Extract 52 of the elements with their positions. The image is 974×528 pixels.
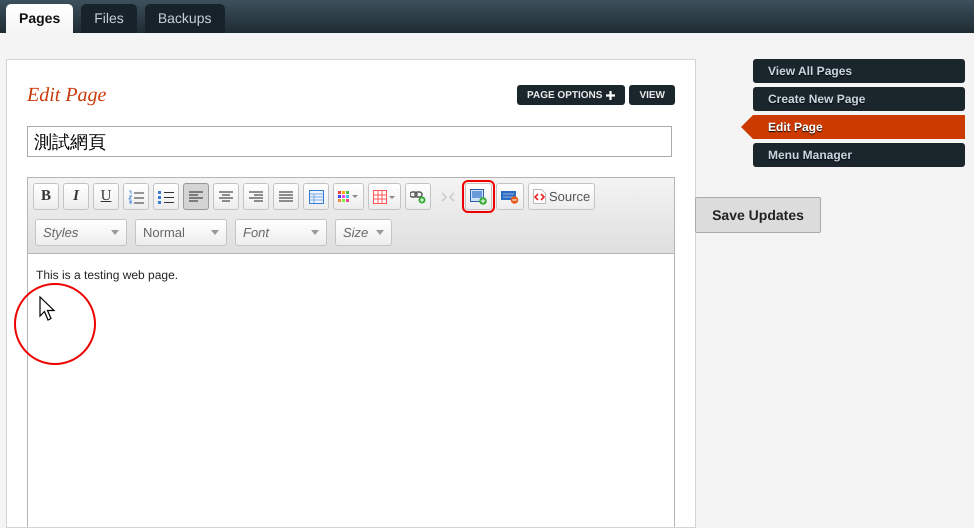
- align-right-icon: [249, 190, 263, 202]
- align-right-button[interactable]: [243, 183, 269, 210]
- bold-button[interactable]: B: [33, 183, 59, 210]
- ordered-list-button[interactable]: [123, 183, 149, 210]
- link-button[interactable]: [405, 183, 431, 210]
- table-button[interactable]: [368, 183, 401, 210]
- action-button[interactable]: VIEW: [629, 85, 675, 105]
- caret-icon: [211, 230, 219, 235]
- align-center-button[interactable]: [213, 183, 239, 210]
- pointer-cursor-icon: [39, 296, 56, 322]
- caret-icon: [311, 230, 319, 235]
- title-field[interactable]: 測試網頁: [27, 126, 672, 157]
- sidebar-item[interactable]: Create New Page: [753, 87, 965, 111]
- align-center-icon: [219, 190, 233, 202]
- nav-tab[interactable]: Files: [81, 4, 137, 33]
- page-heading: Edit Page: [27, 83, 106, 108]
- caret-icon: [376, 230, 384, 235]
- source-button[interactable]: Source: [528, 183, 596, 210]
- italic-button[interactable]: I: [63, 183, 89, 210]
- table-icon: [373, 190, 396, 204]
- html-button[interactable]: [496, 183, 524, 210]
- html-icon: [501, 190, 519, 204]
- align-justify-icon: [279, 190, 293, 202]
- ordered-list-icon: [128, 190, 144, 204]
- underline-button[interactable]: U: [93, 183, 119, 210]
- sidebar-item[interactable]: Edit Page: [741, 115, 965, 139]
- align-left-icon: [189, 190, 203, 202]
- save-updates-button[interactable]: Save Updates: [695, 197, 821, 233]
- plus-icon: [606, 90, 616, 100]
- table-properties-button[interactable]: [303, 183, 329, 210]
- image-icon: [470, 188, 487, 204]
- table-properties-icon: [308, 190, 324, 204]
- action-button[interactable]: PAGE OPTIONS: [517, 85, 626, 105]
- format-dropdown[interactable]: Size: [335, 219, 392, 246]
- sidebar-item[interactable]: Menu Manager: [753, 143, 965, 167]
- caret-icon: [111, 230, 119, 235]
- format-dropdown[interactable]: Styles: [35, 219, 127, 246]
- colors-icon: [338, 191, 359, 202]
- sidebar-item[interactable]: View All Pages: [753, 59, 965, 83]
- editor-text: This is a testing web page.: [36, 267, 180, 284]
- align-justify-button[interactable]: [273, 183, 299, 210]
- nav-tab[interactable]: Backups: [144, 4, 225, 33]
- bullet-list-icon: [158, 190, 174, 204]
- colors-button[interactable]: [333, 183, 364, 210]
- format-dropdown[interactable]: Font: [235, 219, 327, 246]
- image-button[interactable]: [465, 183, 492, 210]
- bullet-list-button[interactable]: [153, 183, 179, 210]
- format-dropdown[interactable]: Normal: [135, 219, 227, 246]
- source-icon: [533, 189, 546, 204]
- link-icon: [410, 190, 426, 204]
- nav-tab[interactable]: Pages: [6, 4, 74, 33]
- align-left-button[interactable]: [183, 183, 209, 210]
